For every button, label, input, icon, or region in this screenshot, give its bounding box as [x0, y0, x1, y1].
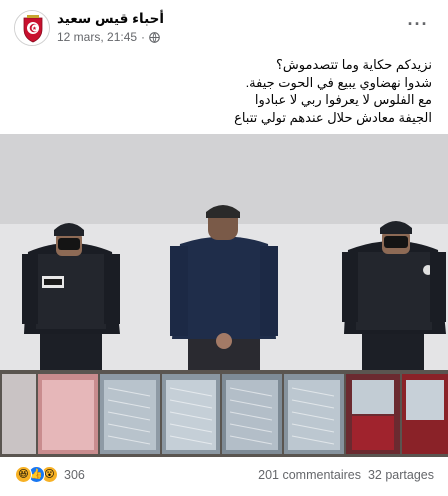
post-text: نزيدكم حكاية وما تتصدموش؟ شدوا نهضاوي يب…	[12, 56, 432, 126]
post-footer: 😆 👍 😮 306 201 commentaires 32 partages	[0, 457, 448, 496]
reactions-summary[interactable]: 😆 👍 😮 306	[15, 466, 85, 483]
post-text-line: الجيفة معادش حلال عندهم تولي تتباع	[234, 109, 432, 125]
meta-separator: ·	[141, 30, 146, 44]
police-with-fish-crates-photo	[0, 134, 448, 457]
globe-icon[interactable]	[149, 31, 160, 43]
more-options-button[interactable]: ···	[406, 14, 430, 34]
post-text-line: شدوا نهضاوي يبيع في الحوت جيفة.	[245, 74, 432, 90]
fish-crates	[2, 374, 448, 454]
shares-count-link[interactable]: 32 partages	[368, 468, 434, 482]
post-timestamp[interactable]: 12 mars, 21:45	[57, 30, 137, 44]
reaction-count[interactable]: 306	[64, 468, 85, 482]
post-meta: 12 mars, 21:45 ·	[57, 30, 160, 44]
post-text-line: مع الفلوس لا يعرفوا ربي لا عبادوا	[254, 92, 432, 107]
page-name-link[interactable]: أحباء قيس سعيد	[57, 11, 164, 27]
page-avatar[interactable]	[14, 10, 50, 46]
comments-count-link[interactable]: 201 commentaires	[258, 468, 361, 482]
haha-icon: 😆	[15, 466, 32, 483]
engagement-stats: 201 commentaires 32 partages	[258, 468, 434, 482]
emblem-icon	[15, 11, 49, 45]
post-photo[interactable]	[0, 134, 448, 457]
post-header: أحباء قيس سعيد 12 mars, 21:45 · ···	[0, 0, 448, 52]
post-text-line: نزيدكم حكاية وما تتصدموش؟	[276, 57, 432, 72]
